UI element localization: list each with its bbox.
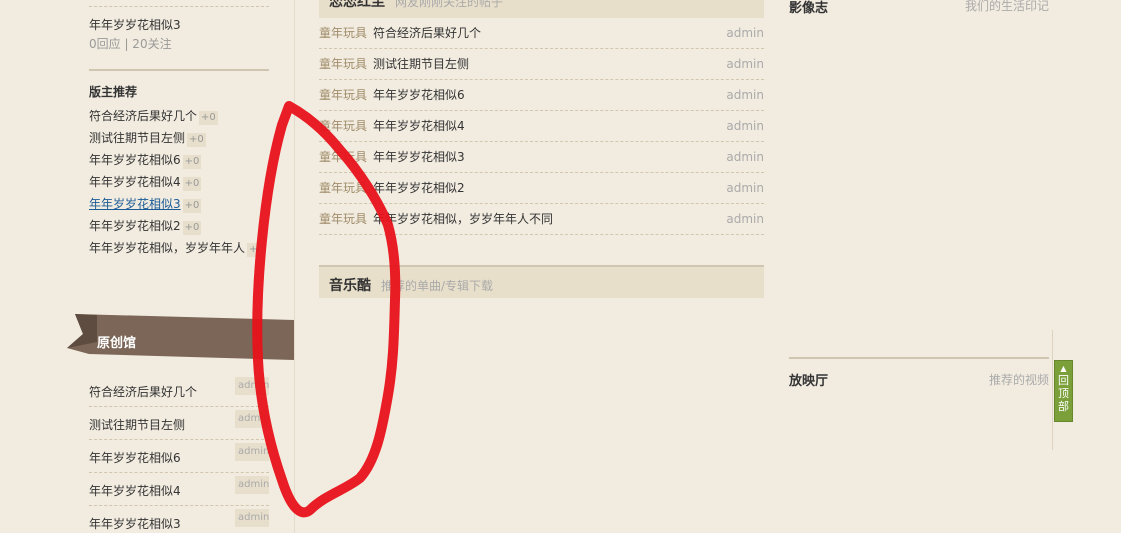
- divider: [89, 6, 269, 7]
- post-link[interactable]: 符合经济后果好几个: [89, 383, 197, 400]
- list-item: 符合经济后果好几个 +0: [89, 108, 284, 130]
- author-badge[interactable]: admin: [235, 410, 269, 428]
- section-subtitle: 推荐的单曲/专辑下载: [381, 279, 494, 293]
- list-item: 童年玩具 年年岁岁花相似3 admin: [319, 142, 764, 173]
- count-badge: +0: [182, 199, 202, 213]
- list-item: 年年岁岁花相似3 +0: [89, 196, 284, 218]
- count-badge: +0: [182, 177, 202, 191]
- post-link[interactable]: 年年岁岁花相似，岁岁年年人: [89, 241, 245, 255]
- column-divider: [1052, 330, 1053, 450]
- post-link[interactable]: 年年岁岁花相似4: [373, 119, 465, 133]
- back-to-top-button[interactable]: ▲ 回顶部: [1054, 360, 1073, 422]
- section-subtitle: 推荐的视频: [988, 373, 1049, 387]
- category-link[interactable]: 童年玩具: [319, 88, 367, 102]
- column-divider: [294, 0, 295, 533]
- list-item: 测试往期节目左侧 admin: [89, 407, 269, 440]
- post-link[interactable]: 年年岁岁花相似，岁岁年年人不同: [373, 212, 553, 226]
- post-link[interactable]: 年年岁岁花相似4: [89, 175, 181, 189]
- moderator-pick-title: 版主推荐: [89, 85, 138, 99]
- count-badge: +0: [182, 221, 202, 235]
- post-link[interactable]: 年年岁岁花相似6: [373, 88, 465, 102]
- list-item: 童年玩具 年年岁岁花相似4 admin: [319, 111, 764, 142]
- list-item: 符合经济后果好几个 admin: [89, 374, 269, 407]
- category-link[interactable]: 童年玩具: [319, 26, 367, 40]
- count-badge: +: [247, 243, 260, 257]
- section-title: 恋恋红尘: [329, 0, 385, 10]
- count-badge: +0: [199, 111, 218, 125]
- post-link[interactable]: 年年岁岁花相似6: [89, 153, 181, 167]
- original-list: 符合经济后果好几个 admin 测试往期节目左侧 admin 年年岁岁花相似6 adm…: [89, 374, 269, 533]
- list-item: 童年玩具 年年岁岁花相似2 admin: [319, 173, 764, 204]
- list-item: 年年岁岁花相似2 +0: [89, 218, 284, 240]
- category-link[interactable]: 童年玩具: [319, 150, 367, 164]
- author-badge[interactable]: admin: [235, 377, 269, 395]
- author-badge[interactable]: admin: [235, 509, 269, 527]
- post-link[interactable]: 年年岁岁花相似3: [373, 150, 465, 164]
- list-item: 童年玩具 年年岁岁花相似6 admin: [319, 80, 764, 111]
- list-item: 童年玩具 符合经济后果好几个 admin: [319, 18, 764, 49]
- topic-meta: 0回应 | 20关注: [89, 37, 172, 51]
- section-header: 恋恋红尘 网友刚刚关注的帖子: [319, 0, 764, 18]
- back-to-top-label: 回顶部: [1058, 374, 1069, 413]
- post-link[interactable]: 年年岁岁花相似2: [89, 219, 181, 233]
- author-badge[interactable]: admin: [235, 476, 269, 494]
- section-subtitle: 我们的生活印记: [964, 0, 1049, 13]
- original-section-title: 原创馆: [97, 336, 137, 351]
- author-link[interactable]: admin: [726, 142, 764, 172]
- author-link[interactable]: admin: [726, 80, 764, 110]
- divider: [789, 357, 1049, 359]
- section-title: 音乐酷: [329, 278, 371, 294]
- section-header: 音乐酷 推荐的单曲/专辑下载: [319, 265, 764, 298]
- moderator-pick-list: 符合经济后果好几个 +0 测试往期节目左侧 +0 年年岁岁花相似6 +0 年年岁岁花相…: [89, 108, 284, 262]
- category-link[interactable]: 童年玩具: [319, 181, 367, 195]
- post-link[interactable]: 年年岁岁花相似3: [89, 515, 181, 532]
- section-title: 影像志: [789, 1, 829, 16]
- arrow-up-icon: ▲: [1060, 364, 1067, 373]
- category-link[interactable]: 童年玩具: [319, 57, 367, 71]
- category-link[interactable]: 童年玩具: [319, 119, 367, 133]
- post-link[interactable]: 测试往期节目左侧: [373, 57, 469, 71]
- list-item: 童年玩具 年年岁岁花相似，岁岁年年人不同 admin: [319, 204, 764, 235]
- list-item: 年年岁岁花相似6 admin: [89, 440, 269, 473]
- post-list: 童年玩具 符合经济后果好几个 admin 童年玩具 测试往期节目左侧 admin 童年玩…: [319, 18, 764, 235]
- list-item: 年年岁岁花相似4 admin: [89, 473, 269, 506]
- list-item: 年年岁岁花相似4 +0: [89, 174, 284, 196]
- author-badge[interactable]: admin: [235, 443, 269, 461]
- section-title: 放映厅: [789, 374, 829, 389]
- list-item: 年年岁岁花相似6 +0: [89, 152, 284, 174]
- author-link[interactable]: admin: [726, 111, 764, 141]
- post-link[interactable]: 符合经济后果好几个: [89, 109, 197, 123]
- post-link[interactable]: 年年岁岁花相似2: [373, 181, 465, 195]
- list-item: 年年岁岁花相似，岁岁年年人 +: [89, 240, 284, 262]
- post-link[interactable]: 符合经济后果好几个: [373, 26, 481, 40]
- count-badge: +0: [182, 155, 202, 169]
- author-link[interactable]: admin: [726, 18, 764, 48]
- list-item: 测试往期节目左侧 +0: [89, 130, 284, 152]
- post-link[interactable]: 测试往期节目左侧: [89, 131, 185, 145]
- topic-title-link[interactable]: 年年岁岁花相似3: [89, 16, 181, 33]
- divider: [89, 69, 269, 71]
- post-link[interactable]: 测试往期节目左侧: [89, 416, 185, 433]
- author-link[interactable]: admin: [726, 204, 764, 234]
- post-link[interactable]: 年年岁岁花相似3: [89, 197, 181, 211]
- author-link[interactable]: admin: [726, 173, 764, 203]
- list-item: 童年玩具 测试往期节目左侧 admin: [319, 49, 764, 80]
- category-link[interactable]: 童年玩具: [319, 212, 367, 226]
- author-link[interactable]: admin: [726, 49, 764, 79]
- post-link[interactable]: 年年岁岁花相似4: [89, 482, 181, 499]
- count-badge: +0: [187, 133, 206, 147]
- post-link[interactable]: 年年岁岁花相似6: [89, 449, 181, 466]
- list-item: 年年岁岁花相似3 admin: [89, 506, 269, 533]
- section-subtitle: 网友刚刚关注的帖子: [395, 0, 504, 9]
